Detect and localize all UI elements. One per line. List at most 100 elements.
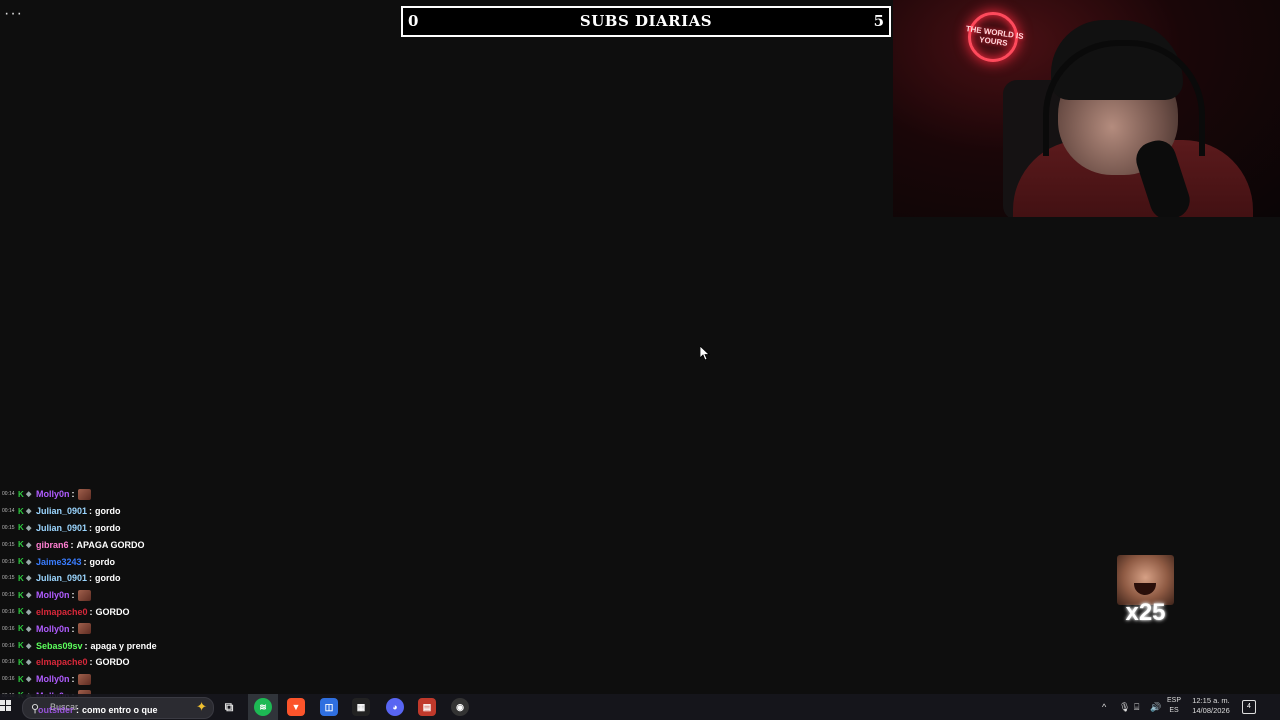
grid-app-icon[interactable]: ▦ [352,698,370,716]
sub-alert: x25 [1117,555,1174,627]
kick-badge-icon: K [18,624,24,634]
blue-app-icon[interactable]: ◫ [320,698,338,716]
red-app-icon[interactable]: ▤ [418,698,436,716]
chat-line: 00:15 K ◆ Molly0n: [0,587,240,604]
chat-message: gordo [89,556,116,567]
language-indicator[interactable]: ESP ES [1167,696,1181,716]
chat-line: 00:16K◆ Molly0n: [0,620,240,637]
subscriber-badge-icon: ◆ [26,508,32,516]
subscriber-badge-icon: ◆ [26,558,32,566]
chat-message: gordo [95,573,121,584]
chat-timestamp: 00:14 [2,491,15,498]
subscriber-badge-icon: ◆ [26,642,32,650]
chat-timestamp: 00:15 [2,558,15,565]
chat-message: gordo [95,522,121,533]
clock[interactable]: 12:15 a. m. 14/08/2026 [1188,696,1234,716]
chat-separator: : [71,674,75,685]
tray-chevron-icon[interactable]: ^ [1102,694,1106,720]
task-view-icon[interactable]: ⧉ [220,698,238,716]
chat-line: 00:14 K ◆ Julian_0901: gordo [0,503,240,520]
chat-message: gordo [95,506,121,517]
chat-timestamp: 00:15 [2,541,15,548]
spotify-icon[interactable]: ≋ [254,698,272,716]
kick-badge-icon: K [18,506,24,516]
chat-timestamp: 00:15 [2,524,15,531]
stream-screen: ··· 0 SUBS DIARIAS 5 THE WORLD IS YOURS … [0,0,1280,720]
clock-time: 12:15 a. m. [1192,696,1230,705]
mouse-cursor-icon [700,346,710,360]
kick-badge-icon: K [18,641,24,651]
network-icon[interactable]: ⌸ [1134,694,1139,720]
chat-username[interactable]: Molly0n [36,489,70,499]
chat-separator: : [89,606,93,617]
clock-date: 14/08/2026 [1192,706,1230,715]
chat-message: GORDO [95,606,130,617]
chat-message: APAGA GORDO [76,539,145,550]
chat-line: 00:15 K ◆ gibran6: APAGA GORDO [0,536,240,553]
chat-separator: : [89,657,93,668]
chat-overlay: 00:14 K ◆ Molly0n:00:14 K ◆ Julian_0901: gordo 0… [0,486,240,704]
brave-icon[interactable]: ▼ [287,698,305,716]
volume-icon[interactable]: 🔊 [1150,694,1161,720]
chat-line: 00:15 K ◆ Julian_0901: gordo [0,520,240,537]
chat-timestamp: 00:16 [2,659,15,666]
chat-line: 00:16K◆ Molly0n: [0,671,240,688]
subscriber-badge-icon: ◆ [26,625,32,633]
kick-badge-icon: K [18,674,24,684]
subscriber-badge-icon: ◆ [26,659,32,667]
chat-username[interactable]: Julian_0901 [36,523,87,533]
chat-separator: : [71,590,75,601]
chat-timestamp: 00:16 [2,608,15,615]
chat-username[interactable]: gibran6 [36,540,69,550]
alert-emote [1117,555,1174,605]
chat-message: como entro o que [82,705,158,715]
kick-badge-icon: K [18,489,24,499]
chat-emote-icon [77,589,91,601]
chat-separator: : [71,623,75,634]
chat-separator: : [83,556,87,567]
microphone-tray-icon[interactable]: 🎙 [1119,694,1130,720]
chat-emote-icon [77,623,91,635]
discord-icon[interactable]: ◕ [386,698,404,716]
goal-target: 5 [873,12,884,30]
kick-badge-icon: K [18,540,24,550]
chat-username[interactable]: elmapache0 [36,607,88,617]
chat-message: GORDO [95,657,130,668]
chat-line: 00:14 K ◆ Molly0n: [0,486,240,503]
chat-username[interactable]: Julian_0901 [36,506,87,516]
subscriber-badge-icon: ◆ [26,592,32,600]
chat-username[interactable]: Jaime3243 [36,557,82,567]
chat-separator: : [84,640,88,651]
chat-line: 00:15 K ◆ Jaime3243: gordo [0,553,240,570]
subs-goal-bar: 0 SUBS DIARIAS 5 [401,6,891,37]
chat-timestamp: 00:16 [2,642,15,649]
chat-line-overlapped: outsider : como entro o que [38,705,158,715]
subscriber-badge-icon: ◆ [26,676,32,684]
obs-icon[interactable]: ◉ [451,698,469,716]
subscriber-badge-icon: ◆ [26,491,32,499]
kick-badge-icon: K [18,590,24,600]
chat-line: 00:15 K ◆ Julian_0901: gordo [0,570,240,587]
chat-timestamp: 00:15 [2,592,15,599]
kick-badge-icon: K [18,557,24,567]
chat-username[interactable]: Julian_0901 [36,573,87,583]
notification-icon[interactable]: 4 [1242,700,1256,714]
chat-username[interactable]: Molly0n [36,674,70,684]
kick-badge-icon: K [18,607,24,617]
subscriber-badge-icon: ◆ [26,524,32,532]
chat-emote-icon [77,488,91,500]
chat-username[interactable]: Sebas09sv [36,641,83,651]
kick-badge-icon: K [18,657,24,667]
chat-username[interactable]: Molly0n [36,590,70,600]
webcam-feed: THE WORLD IS YOURS [893,0,1280,217]
more-options-icon[interactable]: ··· [4,6,23,22]
chat-username[interactable]: Molly0n [36,624,70,634]
chat-message: apaga y prende [90,640,157,651]
chat-line: 00:16 K ◆ Sebas09sv: apaga y prende [0,637,240,654]
chat-timestamp: 00:15 [2,575,15,582]
chat-separator: : [71,489,75,500]
chat-emote-icon [77,673,91,685]
chat-username[interactable]: elmapache0 [36,657,88,667]
subscriber-badge-icon: ◆ [26,608,32,616]
subscriber-badge-icon: ◆ [26,541,32,549]
